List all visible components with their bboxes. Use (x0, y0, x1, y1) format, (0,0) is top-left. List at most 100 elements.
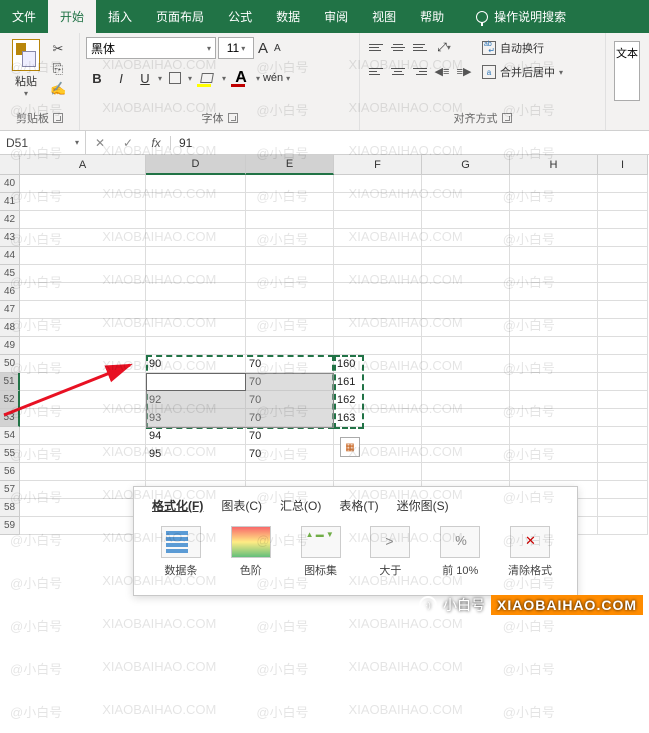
align-bottom-button[interactable] (410, 37, 430, 57)
cell-G56[interactable] (422, 463, 510, 481)
name-box[interactable]: D51 ▾ (0, 131, 86, 154)
cell-E54[interactable]: 70 (246, 427, 334, 445)
row-header[interactable]: 46 (0, 283, 20, 301)
cell-H53[interactable] (510, 409, 598, 427)
col-header-d[interactable]: D (146, 155, 246, 175)
cell-E40[interactable] (246, 175, 334, 193)
cell-I53[interactable] (598, 409, 648, 427)
row-header[interactable]: 49 (0, 337, 20, 355)
row-header[interactable]: 59 (0, 517, 20, 535)
cell-I57[interactable] (598, 481, 648, 499)
cell-E56[interactable] (246, 463, 334, 481)
cell-A51[interactable] (20, 373, 146, 391)
qa-tab-total[interactable]: 汇总(O) (280, 497, 321, 514)
cell-D47[interactable] (146, 301, 246, 319)
cell-G41[interactable] (422, 193, 510, 211)
cell-A46[interactable] (20, 283, 146, 301)
cell-G42[interactable] (422, 211, 510, 229)
cell-I56[interactable] (598, 463, 648, 481)
cell-G49[interactable] (422, 337, 510, 355)
tab-file[interactable]: 文件 (0, 0, 48, 33)
row-header[interactable]: 42 (0, 211, 20, 229)
underline-button[interactable]: U (134, 67, 156, 89)
row-header[interactable]: 51 (0, 373, 20, 391)
cell-F50[interactable]: 160 (334, 355, 422, 373)
row-header[interactable]: 52 (0, 391, 20, 409)
number-format-select[interactable]: 文本 (614, 41, 640, 101)
insert-function-button[interactable]: fx (142, 136, 170, 150)
cell-A56[interactable] (20, 463, 146, 481)
cell-E53[interactable]: 70 (246, 409, 334, 427)
cell-E49[interactable] (246, 337, 334, 355)
col-header-a[interactable]: A (20, 155, 146, 175)
cell-F56[interactable] (334, 463, 422, 481)
cell-F40[interactable] (334, 175, 422, 193)
cell-I40[interactable] (598, 175, 648, 193)
cell-E51[interactable]: 70 (246, 373, 334, 391)
cell-G45[interactable] (422, 265, 510, 283)
tab-formulas[interactable]: 公式 (216, 0, 264, 33)
cell-I55[interactable] (598, 445, 648, 463)
cell-A50[interactable] (20, 355, 146, 373)
col-header-e[interactable]: E (246, 155, 334, 175)
cell-I42[interactable] (598, 211, 648, 229)
qa-opt-top10[interactable]: 前 10% (435, 526, 485, 578)
cell-D43[interactable] (146, 229, 246, 247)
cell-G52[interactable] (422, 391, 510, 409)
cell-I41[interactable] (598, 193, 648, 211)
select-all-corner[interactable] (0, 155, 20, 175)
chevron-down-icon[interactable]: ▾ (222, 74, 226, 83)
row-header[interactable]: 43 (0, 229, 20, 247)
cell-H42[interactable] (510, 211, 598, 229)
cell-F45[interactable] (334, 265, 422, 283)
font-dialog-launcher[interactable] (228, 113, 238, 123)
qa-opt-databar[interactable]: 数据条 (156, 526, 206, 578)
qa-tab-chart[interactable]: 图表(C) (221, 497, 262, 514)
cell-D50[interactable]: 90 (146, 355, 246, 373)
tab-insert[interactable]: 插入 (96, 0, 144, 33)
fill-color-button[interactable] (194, 67, 220, 89)
phonetic-button[interactable]: wén (262, 67, 284, 89)
alignment-dialog-launcher[interactable] (502, 113, 512, 123)
cell-G43[interactable] (422, 229, 510, 247)
font-size-select[interactable]: 11 ▾ (218, 37, 254, 59)
cell-A58[interactable] (20, 499, 146, 517)
cell-E44[interactable] (246, 247, 334, 265)
cell-I44[interactable] (598, 247, 648, 265)
cell-H45[interactable] (510, 265, 598, 283)
qa-opt-greater[interactable]: 大于 (365, 526, 415, 578)
cell-A42[interactable] (20, 211, 146, 229)
cell-E42[interactable] (246, 211, 334, 229)
cell-F53[interactable]: 163 (334, 409, 422, 427)
tab-help[interactable]: 帮助 (408, 0, 456, 33)
tab-data[interactable]: 数据 (264, 0, 312, 33)
cell-G55[interactable] (422, 445, 510, 463)
row-header[interactable]: 57 (0, 481, 20, 499)
cell-D45[interactable] (146, 265, 246, 283)
cell-G53[interactable] (422, 409, 510, 427)
cell-I51[interactable] (598, 373, 648, 391)
cell-E43[interactable] (246, 229, 334, 247)
tab-page-layout[interactable]: 页面布局 (144, 0, 216, 33)
shrink-font-button[interactable]: A (272, 43, 283, 54)
row-header[interactable]: 50 (0, 355, 20, 373)
align-top-button[interactable] (366, 37, 386, 57)
cell-E45[interactable] (246, 265, 334, 283)
cell-G54[interactable] (422, 427, 510, 445)
increase-indent-button[interactable]: ≡▶ (454, 61, 474, 81)
cut-button[interactable]: ✂ (50, 41, 66, 57)
cell-F44[interactable] (334, 247, 422, 265)
cell-D48[interactable] (146, 319, 246, 337)
row-header[interactable]: 41 (0, 193, 20, 211)
borders-button[interactable] (164, 67, 186, 89)
quick-analysis-button[interactable]: ▦ (340, 437, 360, 457)
cell-H54[interactable] (510, 427, 598, 445)
qa-opt-colorscale[interactable]: 色阶 (226, 526, 276, 578)
cell-A45[interactable] (20, 265, 146, 283)
cell-D40[interactable] (146, 175, 246, 193)
row-header[interactable]: 55 (0, 445, 20, 463)
cell-H49[interactable] (510, 337, 598, 355)
cell-A52[interactable] (20, 391, 146, 409)
cell-E46[interactable] (246, 283, 334, 301)
cell-F52[interactable]: 162 (334, 391, 422, 409)
